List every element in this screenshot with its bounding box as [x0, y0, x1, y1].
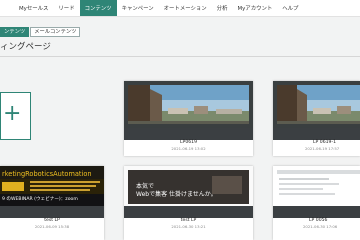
- landing-page-card[interactable]: 本気で Webで集客 仕掛けませんか。 test LP 2021-06-30 1…: [124, 166, 253, 240]
- card-title: LP 0619-1: [313, 140, 337, 145]
- nav-leads[interactable]: リード: [53, 0, 79, 16]
- card-caption-bar: [124, 128, 253, 140]
- card-date: 2021-06-30 13:21: [171, 224, 206, 229]
- landing-page-card[interactable]: LP0619 2021-06-19 13:02: [124, 81, 253, 156]
- nav-contents[interactable]: コンテンツ: [79, 0, 117, 16]
- card-title: test LP: [180, 218, 197, 223]
- page-thumbnail: [273, 81, 360, 128]
- card-date: 2021-06-19 13:02: [171, 146, 206, 151]
- card-date: 2021-06-09 15:38: [34, 224, 70, 229]
- add-landing-page-button[interactable]: +: [0, 92, 31, 140]
- main-nav: Myセールス リード コンテンツ キャンペーン オートメーション 分析 Myアカ…: [14, 0, 303, 16]
- card-date: 2021-06-30 17:06: [303, 224, 338, 229]
- content-subtabs: ンテンツ メールコンテンツ: [0, 27, 81, 37]
- card-caption-bar: [124, 206, 253, 218]
- banner-subtitle: 9 のWEBINAR (ウェビナー)：zoom: [2, 197, 78, 202]
- tab-mail-contents[interactable]: メールコンテンツ: [30, 27, 81, 37]
- card-caption-bar: [273, 206, 360, 218]
- page-title: ィングページ: [0, 42, 51, 52]
- banner-title: rketingRoboticsAutomation: [2, 170, 92, 178]
- card-title: LP 0056: [309, 218, 328, 223]
- landing-page-card[interactable]: rketingRoboticsAutomation 9 のWEBINAR (ウェ…: [0, 166, 104, 240]
- nav-my-account[interactable]: Myアカウント: [232, 0, 277, 16]
- card-title: test LP: [44, 218, 60, 223]
- banner-line2: Webで集客 仕掛けませんか。: [136, 191, 217, 198]
- nav-my-sales[interactable]: Myセールス: [14, 0, 53, 16]
- card-date: 2021-06-19 17:57: [305, 146, 340, 151]
- nav-help[interactable]: ヘルプ: [277, 0, 303, 16]
- divider: [0, 56, 360, 57]
- nav-analytics[interactable]: 分析: [212, 0, 233, 16]
- card-caption-bar: [273, 128, 360, 140]
- nav-automation[interactable]: オートメーション: [159, 0, 212, 16]
- card-caption-bar: [0, 206, 104, 218]
- top-navigation-bar: Myセールス リード コンテンツ キャンペーン オートメーション 分析 Myアカ…: [0, 0, 360, 17]
- landing-page-card[interactable]: LP 0056 2021-06-30 17:06: [273, 166, 360, 240]
- card-title: LP0619: [179, 140, 198, 145]
- nav-campaign[interactable]: キャンペーン: [117, 0, 159, 16]
- page-thumbnail: [124, 81, 253, 128]
- landing-page-card[interactable]: LP 0619-1 2021-06-19 17:57: [273, 81, 360, 156]
- tab-contents[interactable]: ンテンツ: [0, 27, 30, 37]
- page-thumbnail: [273, 166, 360, 206]
- plus-icon: +: [3, 101, 22, 126]
